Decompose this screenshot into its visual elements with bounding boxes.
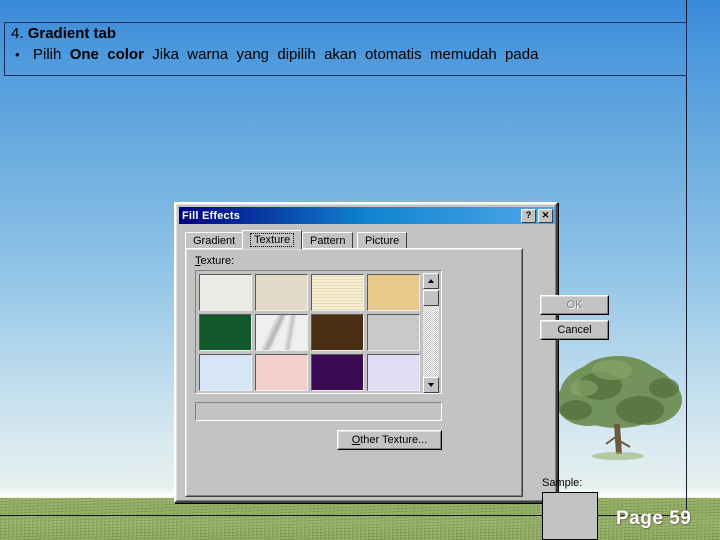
dialog-title: Fill Effects: [182, 209, 241, 222]
bullet-word: pada: [505, 46, 539, 63]
word-space: [99, 46, 107, 63]
dialog-titlebar[interactable]: Fill Effects ? ✕: [179, 207, 555, 224]
texture-swatch-blue-tissue-paper: [199, 354, 252, 391]
chevron-down-icon: [428, 383, 434, 387]
other-texture-label: Other Texture...: [351, 434, 428, 446]
texture-swatch[interactable]: [366, 313, 422, 353]
texture-swatch-bouquet: [367, 354, 420, 391]
texture-grid: [198, 273, 423, 393]
texture-swatch[interactable]: [310, 273, 366, 313]
word-space: [316, 46, 324, 63]
cancel-button[interactable]: Cancel: [540, 320, 609, 340]
texture-swatch[interactable]: [198, 353, 254, 393]
word-space: [144, 46, 152, 63]
bullet-word: otomatis: [364, 46, 422, 63]
tab-gradient[interactable]: Gradient: [185, 232, 244, 249]
bullet-word: color: [107, 46, 144, 63]
texture-swatch-sand: [367, 274, 420, 311]
texture-swatch-green-marble: [199, 314, 252, 351]
word-space: [228, 46, 236, 63]
tab-pattern[interactable]: Pattern: [302, 232, 354, 249]
tab-pattern-label: Pattern: [310, 235, 346, 247]
ok-button-label: OK: [566, 299, 583, 311]
word-space: [357, 46, 365, 63]
sample-label: Sample:: [542, 477, 583, 489]
dialog-tabstrip: Gradient Texture Pattern Picture: [185, 230, 551, 249]
texture-name-field[interactable]: [195, 402, 442, 421]
texture-swatch-brown-marble: [311, 314, 364, 351]
title-number: 4.: [11, 25, 24, 42]
tree-icon: [556, 356, 682, 460]
titlebar-buttons: ? ✕: [521, 208, 555, 223]
texture-swatch-purple-mesh: [311, 354, 364, 391]
texture-swatch[interactable]: [254, 273, 310, 313]
tab-gradient-label: Gradient: [193, 235, 236, 247]
bullet-word: akan: [324, 46, 357, 63]
texture-swatch-granite: [367, 314, 420, 351]
texture-tab-panel: Texture: Other Texture... OK Cancel Samp…: [185, 248, 609, 540]
texture-swatch[interactable]: [254, 313, 310, 353]
other-texture-button[interactable]: Other Texture...: [337, 430, 442, 450]
texture-swatch-newsprint: [199, 274, 252, 311]
help-icon[interactable]: ?: [521, 208, 536, 223]
texture-listbox[interactable]: [195, 270, 442, 394]
tab-texture-label: Texture: [250, 233, 295, 247]
word-space: [61, 46, 69, 63]
chevron-up-icon: [428, 279, 434, 283]
scrollbar-thumb[interactable]: [423, 290, 439, 306]
bullet-word: One: [69, 46, 99, 63]
page-number: Page 59: [616, 508, 692, 529]
texture-swatch[interactable]: [254, 353, 310, 393]
slide-canvas: 4. Gradient tab • Pilih One color Jika w…: [0, 0, 720, 540]
scroll-down-button[interactable]: [423, 377, 439, 393]
texture-swatch[interactable]: [310, 313, 366, 353]
texture-label: Texture:: [195, 255, 235, 267]
tab-texture[interactable]: Texture: [242, 230, 303, 249]
cancel-button-label: Cancel: [557, 324, 592, 336]
word-space: [497, 46, 505, 63]
header-textbox: 4. Gradient tab • Pilih One color Jika w…: [4, 22, 687, 76]
bullet-word: warna: [187, 46, 229, 63]
texture-swatch[interactable]: [310, 353, 366, 393]
texture-label-rest: exture:: [200, 255, 235, 267]
sample-preview: [542, 492, 598, 540]
texture-scrollbar[interactable]: [423, 273, 439, 393]
texture-swatch-recycled-paper: [255, 274, 308, 311]
bullet-word: Pilih: [33, 46, 62, 63]
page-title: 4. Gradient tab: [11, 25, 680, 43]
bullet-text: Pilih One color Jika warna yang dipilih …: [33, 45, 538, 65]
texture-swatch-white-marble: [255, 314, 308, 351]
bullet-line: • Pilih One color Jika warna yang dipili…: [11, 45, 680, 65]
ok-button[interactable]: OK: [540, 295, 609, 315]
bullet-marker: •: [15, 47, 20, 62]
fill-effects-dialog: Fill Effects ? ✕ Gradient Texture Patter…: [174, 202, 609, 540]
word-space: [422, 46, 430, 63]
title-text: Gradient tab: [27, 25, 117, 42]
bullet-word: memudah: [430, 46, 497, 63]
bullet-word: dipilih: [277, 46, 316, 63]
texture-swatch-pink-tissue-paper: [255, 354, 308, 391]
close-icon[interactable]: ✕: [538, 208, 553, 223]
texture-swatch[interactable]: [366, 273, 422, 313]
texture-swatch[interactable]: [366, 353, 422, 393]
texture-swatch-parchment: [311, 274, 364, 311]
scroll-up-button[interactable]: [423, 273, 439, 289]
texture-swatch[interactable]: [198, 273, 254, 313]
word-space: [269, 46, 277, 63]
tab-picture[interactable]: Picture: [357, 232, 408, 249]
bullet-word: yang: [236, 46, 270, 63]
bullet-word: Jika: [152, 46, 179, 63]
texture-swatch[interactable]: [198, 313, 254, 353]
slide-frame-right: [686, 0, 687, 516]
tab-picture-label: Picture: [365, 235, 400, 247]
